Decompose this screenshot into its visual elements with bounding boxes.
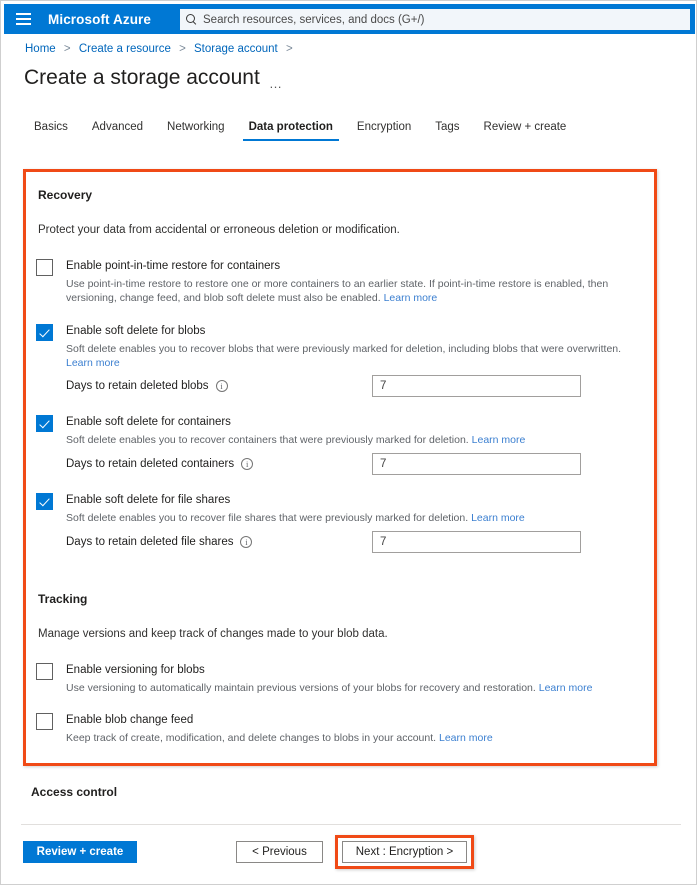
checkbox-enable-blob-change-feed[interactable]: [36, 713, 53, 731]
checkbox-point-in-time-restore[interactable]: [36, 259, 53, 276]
option-label: Enable point-in-time restore for contain…: [66, 260, 281, 272]
hamburger-icon[interactable]: [4, 4, 42, 34]
breadcrumb-item-create-a-resource[interactable]: Create a resource: [79, 43, 171, 55]
recovery-heading: Recovery: [38, 188, 93, 202]
info-icon[interactable]: i: [241, 458, 254, 471]
breadcrumb-separator: >: [63, 43, 71, 55]
days-to-retain-blobs-row: Days to retain deleted blobs i: [66, 375, 638, 398]
option-soft-delete-file-shares[interactable]: Enable soft delete for file shares: [36, 492, 638, 511]
wizard-tabs: Basics Advanced Networking Data protecti…: [22, 121, 578, 141]
option-enable-blob-change-feed[interactable]: Enable blob change feed: [36, 712, 638, 731]
help-text: Keep track of create, modification, and …: [66, 732, 437, 745]
breadcrumb-item-storage-account[interactable]: Storage account: [194, 43, 278, 55]
checkbox-soft-delete-file-shares[interactable]: [36, 493, 53, 511]
footer-divider: [21, 824, 681, 825]
breadcrumb: Home > Create a resource > Storage accou…: [25, 43, 298, 55]
option-help-text: Use versioning to automatically maintain…: [66, 682, 638, 696]
days-label: Days to retain deleted blobs: [66, 380, 209, 393]
tab-data-protection[interactable]: Data protection: [237, 121, 345, 141]
option-label: Enable soft delete for file shares: [66, 494, 231, 507]
days-to-retain-blobs-input[interactable]: [372, 375, 581, 398]
days-to-retain-containers-row: Days to retain deleted containers i: [66, 453, 638, 476]
option-help-text: Soft delete enables you to recover blobs…: [66, 343, 638, 371]
days-label: Days to retain deleted containers: [66, 458, 235, 471]
days-to-retain-file-shares-row: Days to retain deleted file shares i: [66, 531, 638, 554]
help-text: Use versioning to automatically maintain…: [66, 682, 536, 695]
tab-encryption[interactable]: Encryption: [345, 121, 423, 141]
global-search[interactable]: [180, 9, 690, 30]
learn-more-link[interactable]: Learn more: [384, 292, 438, 304]
option-soft-delete-blobs[interactable]: Enable soft delete for blobs: [36, 323, 638, 341]
help-text: Soft delete enables you to recover blobs…: [66, 342, 622, 355]
option-label: Enable soft delete for blobs: [66, 324, 206, 337]
breadcrumb-separator: >: [285, 43, 293, 55]
option-label: Enable blob change feed: [66, 714, 194, 727]
annotation-highlight-recovery-tracking: Recovery Protect your data from accident…: [23, 169, 657, 766]
recovery-description: Protect your data from accidental or err…: [38, 224, 400, 236]
option-help-text: Keep track of create, modification, and …: [66, 732, 638, 746]
option-label: Enable versioning for blobs: [66, 664, 205, 677]
search-icon: [186, 13, 198, 26]
learn-more-link[interactable]: Learn more: [539, 682, 593, 694]
learn-more-link[interactable]: Learn more: [66, 357, 120, 369]
tab-tags[interactable]: Tags: [423, 121, 471, 141]
option-enable-versioning[interactable]: Enable versioning for blobs: [36, 662, 638, 681]
tracking-heading: Tracking: [38, 592, 88, 607]
review-create-button[interactable]: Review + create: [23, 841, 137, 863]
tab-basics[interactable]: Basics: [22, 121, 80, 141]
tab-networking[interactable]: Networking: [155, 121, 237, 141]
previous-button[interactable]: < Previous: [236, 841, 323, 863]
brand-title: Microsoft Azure: [48, 11, 152, 27]
help-text: Soft delete enables you to recover file …: [66, 512, 469, 525]
tab-review-create[interactable]: Review + create: [472, 121, 579, 141]
option-label: Enable soft delete for containers: [66, 416, 231, 429]
days-to-retain-containers-input[interactable]: [372, 453, 581, 476]
page-title: Create a storage account: [24, 66, 260, 89]
breadcrumb-item-home[interactable]: Home: [25, 43, 56, 55]
help-text: Soft delete enables you to recover conta…: [66, 434, 469, 447]
option-point-in-time-restore[interactable]: Enable point-in-time restore for contain…: [36, 258, 638, 276]
checkbox-soft-delete-blobs[interactable]: [36, 323, 53, 341]
tab-advanced[interactable]: Advanced: [80, 121, 155, 141]
days-to-retain-file-shares-input[interactable]: [372, 531, 581, 554]
help-text: Use point-in-time restore to restore one…: [66, 278, 609, 304]
days-label: Days to retain deleted file shares: [66, 536, 234, 549]
tracking-description: Manage versions and keep track of change…: [38, 628, 388, 641]
option-help-text: Soft delete enables you to recover file …: [66, 512, 638, 526]
checkbox-soft-delete-containers[interactable]: [36, 415, 53, 433]
option-help-text: Soft delete enables you to recover conta…: [66, 434, 638, 448]
top-navigation-bar: Microsoft Azure: [4, 4, 695, 34]
option-help-text: Use point-in-time restore to restore one…: [66, 278, 638, 306]
checkbox-enable-versioning[interactable]: [36, 663, 53, 681]
next-encryption-button[interactable]: Next : Encryption >: [342, 841, 467, 863]
info-icon[interactable]: i: [215, 380, 228, 393]
learn-more-link[interactable]: Learn more: [439, 732, 493, 744]
option-soft-delete-containers[interactable]: Enable soft delete for containers: [36, 414, 638, 433]
access-control-heading: Access control: [31, 785, 118, 799]
info-icon[interactable]: i: [240, 536, 253, 549]
data-protection-form: Recovery Protect your data from accident…: [26, 172, 654, 763]
learn-more-link[interactable]: Learn more: [472, 434, 526, 446]
more-options-icon[interactable]: …: [269, 76, 283, 91]
azure-portal-page: Microsoft Azure Home > Create a resource…: [0, 0, 697, 885]
breadcrumb-separator: >: [179, 43, 186, 55]
search-input[interactable]: [203, 9, 684, 30]
learn-more-link[interactable]: Learn more: [471, 512, 525, 524]
